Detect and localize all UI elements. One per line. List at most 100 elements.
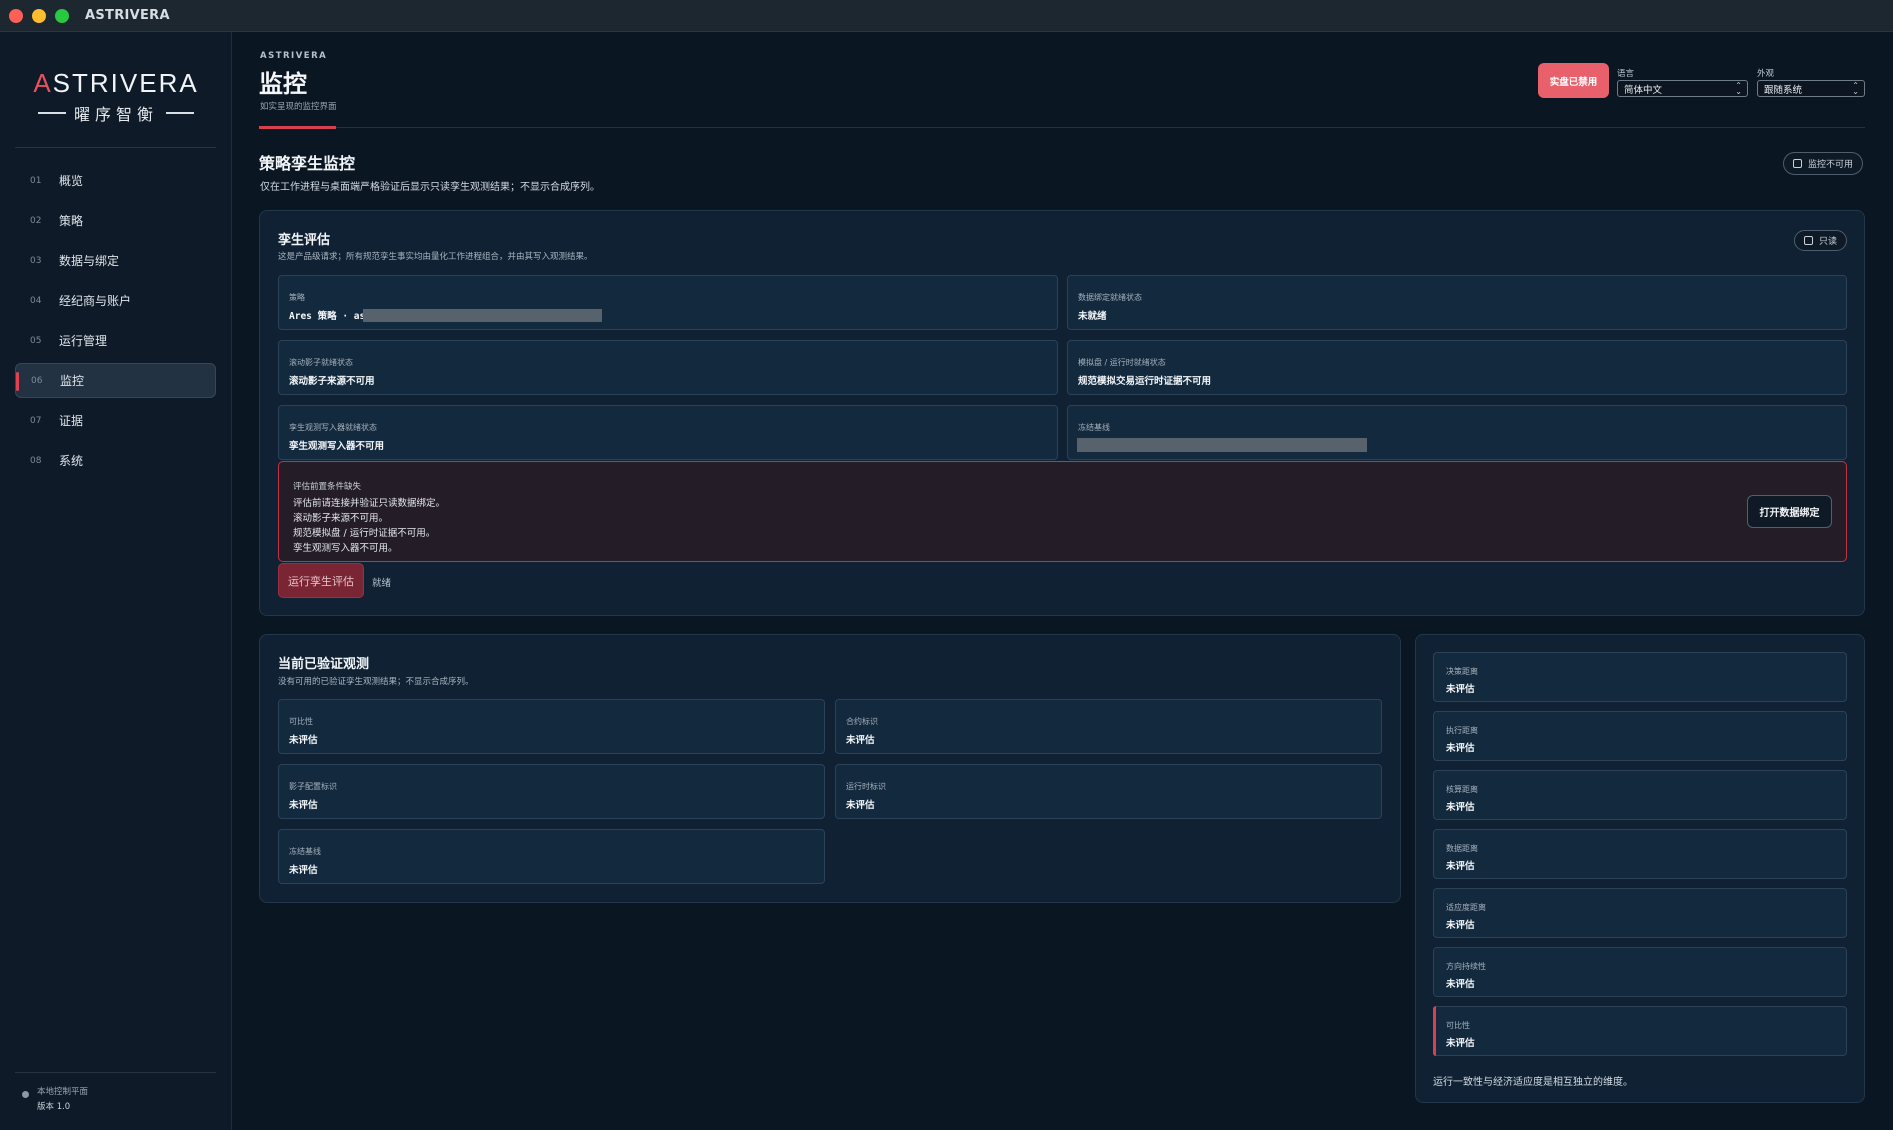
field-value: 孪生观测写入器不可用 bbox=[289, 441, 385, 452]
logo-rule-right bbox=[166, 112, 194, 114]
logo-wordmark: ASTRIVERA bbox=[33, 68, 199, 98]
sidebar: ASTRIVERA 曜序智衡 01 概览 02 策略 03 数据与绑定 04 经… bbox=[0, 32, 232, 1130]
nav-number: 05 bbox=[30, 335, 42, 346]
sidebar-item-brokers-accounts[interactable]: 04 经纪商与账户 bbox=[15, 283, 216, 318]
field-value: 未评估 bbox=[846, 800, 875, 811]
section-title: 策略孪生监控 bbox=[259, 154, 356, 173]
field-label: 适应度距离 bbox=[1446, 903, 1486, 912]
monitoring-status-label: 监控不可用 bbox=[1808, 160, 1854, 170]
warning-title: 评估前置条件缺失 bbox=[293, 482, 362, 492]
warning-line: 规范模拟盘 / 运行时证据不可用。 bbox=[293, 528, 436, 539]
field-label: 合约标识 bbox=[846, 717, 878, 726]
decision-distance-field: 决策距离 未评估 bbox=[1433, 652, 1847, 702]
sidebar-item-evidence[interactable]: 07 证据 bbox=[15, 403, 216, 438]
status-dot-icon bbox=[22, 1091, 29, 1098]
field-value: Ares 策略 · as bbox=[289, 311, 366, 322]
sidebar-item-label: 概览 bbox=[59, 174, 84, 188]
select-chevron-icon: ⌃ ⌄ bbox=[1852, 81, 1859, 96]
sidebar-item-strategy[interactable]: 02 策略 bbox=[15, 203, 216, 238]
twin-evaluation-description: 这是产品级请求；所有规范孪生事实均由量化工作进程组合，并由其写入观测结果。 bbox=[278, 252, 593, 262]
runtime-id-field: 运行时标识 未评估 bbox=[835, 764, 1382, 819]
evaluation-status: 就绪 bbox=[372, 578, 392, 589]
header-divider bbox=[259, 127, 1865, 128]
field-label: 模拟盘 / 运行时就绪状态 bbox=[1078, 358, 1166, 367]
sidebar-nav: 01 概览 02 策略 03 数据与绑定 04 经纪商与账户 05 运行管理 0… bbox=[15, 163, 216, 483]
live-trading-disabled-button[interactable]: 实盘已禁用 bbox=[1538, 63, 1609, 98]
field-value: 未评估 bbox=[289, 735, 318, 746]
field-value: 未评估 bbox=[1446, 861, 1475, 872]
field-label: 运行时标识 bbox=[846, 782, 886, 791]
app-logo: ASTRIVERA 曜序智衡 bbox=[0, 68, 232, 125]
field-label: 决策距离 bbox=[1446, 667, 1478, 676]
field-value: 未评估 bbox=[1446, 920, 1475, 931]
field-label: 执行距离 bbox=[1446, 726, 1478, 735]
open-data-binding-button[interactable]: 打开数据绑定 bbox=[1747, 495, 1832, 528]
field-value: 未就绪 bbox=[1078, 311, 1107, 322]
field-value: 未评估 bbox=[1446, 743, 1475, 754]
frozen-baseline-field: 冻结基线 bbox=[1067, 405, 1847, 460]
sidebar-item-run-management[interactable]: 05 运行管理 bbox=[15, 323, 216, 358]
page-brand: ASTRIVERA bbox=[260, 51, 328, 61]
field-label: 数据绑定就绪状态 bbox=[1078, 293, 1142, 302]
rolling-shadow-readiness-field: 滚动影子就绪状态 滚动影子来源不可用 bbox=[278, 340, 1058, 395]
field-value: 未评估 bbox=[1446, 979, 1475, 990]
logo-rule-left bbox=[37, 112, 66, 114]
header-accent-bar bbox=[259, 126, 336, 129]
field-value: 未评估 bbox=[1446, 684, 1475, 695]
window-titlebar: ASTRIVERA bbox=[0, 0, 1893, 32]
version-label: 版本 1.0 bbox=[37, 1102, 71, 1112]
nav-number: 08 bbox=[30, 455, 42, 466]
strategy-field: 策略 Ares 策略 · as bbox=[278, 275, 1058, 330]
field-label: 滚动影子就绪状态 bbox=[289, 358, 353, 367]
field-label: 影子配置标识 bbox=[289, 782, 337, 791]
nav-number: 06 bbox=[31, 375, 43, 386]
readonly-label: 只读 bbox=[1819, 237, 1838, 247]
frozen-baseline-observation-field: 冻结基线 未评估 bbox=[278, 829, 825, 884]
comparability-distance-field: 可比性 未评估 bbox=[1433, 1006, 1847, 1056]
sidebar-item-system[interactable]: 08 系统 bbox=[15, 443, 216, 478]
field-value: 未评估 bbox=[289, 800, 318, 811]
warning-line: 滚动影子来源不可用。 bbox=[293, 513, 389, 524]
observations-description: 没有可用的已验证孪生观测结果；不显示合成序列。 bbox=[278, 677, 474, 687]
logo-subtitle: 曜序智衡 bbox=[73, 105, 158, 124]
fitness-distance-field: 适应度距离 未评估 bbox=[1433, 888, 1847, 938]
sidebar-item-monitoring[interactable]: 06 监控 bbox=[15, 363, 216, 398]
close-window-button[interactable] bbox=[9, 8, 23, 23]
field-label: 可比性 bbox=[1446, 1021, 1470, 1030]
field-value: 规范模拟交易运行时证据不可用 bbox=[1078, 376, 1212, 387]
sidebar-item-overview[interactable]: 01 概览 bbox=[15, 163, 216, 198]
minimize-window-button[interactable] bbox=[32, 8, 46, 23]
run-twin-evaluation-button[interactable]: 运行孪生评估 bbox=[278, 563, 364, 598]
warning-line: 评估前请连接并验证只读数据绑定。 bbox=[293, 498, 446, 509]
field-label: 方向持续性 bbox=[1446, 962, 1486, 971]
redacted-block bbox=[363, 309, 602, 322]
appearance-select[interactable]: 跟随系统 ⌃ ⌄ bbox=[1757, 80, 1865, 97]
field-label: 冻结基线 bbox=[289, 847, 321, 856]
field-label: 可比性 bbox=[289, 717, 313, 726]
accounting-distance-field: 核算距离 未评估 bbox=[1433, 770, 1847, 820]
redacted-block bbox=[1077, 438, 1367, 452]
field-value: 未评估 bbox=[846, 735, 875, 746]
window-controls bbox=[9, 8, 69, 23]
shadow-config-id-field: 影子配置标识 未评估 bbox=[278, 764, 825, 819]
nav-number: 07 bbox=[30, 415, 42, 426]
writer-readiness-field: 孪生观测写入器就绪状态 孪生观测写入器不可用 bbox=[278, 405, 1058, 460]
sidebar-item-data-binding[interactable]: 03 数据与绑定 bbox=[15, 243, 216, 278]
nav-number: 04 bbox=[30, 295, 42, 306]
language-select[interactable]: 简体中文 ⌃ ⌄ bbox=[1617, 80, 1748, 97]
zoom-window-button[interactable] bbox=[55, 8, 69, 23]
contract-id-field: 合约标识 未评估 bbox=[835, 699, 1382, 754]
field-value: 未评估 bbox=[1446, 802, 1475, 813]
field-value: 未评估 bbox=[289, 865, 318, 876]
data-distance-field: 数据距离 未评估 bbox=[1433, 829, 1847, 879]
field-label: 策略 bbox=[289, 293, 305, 302]
data-binding-readiness-field: 数据绑定就绪状态 未就绪 bbox=[1067, 275, 1847, 330]
prerequisites-warning: 评估前置条件缺失 评估前请连接并验证只读数据绑定。 滚动影子来源不可用。 规范模… bbox=[278, 461, 1847, 562]
paper-runtime-readiness-field: 模拟盘 / 运行时就绪状态 规范模拟交易运行时证据不可用 bbox=[1067, 340, 1847, 395]
nav-number: 02 bbox=[30, 215, 42, 226]
page-title: 监控 bbox=[259, 70, 307, 98]
field-label: 孪生观测写入器就绪状态 bbox=[289, 423, 377, 432]
field-label: 冻结基线 bbox=[1078, 423, 1110, 432]
checkbox-icon bbox=[1793, 159, 1802, 168]
sidebar-item-label: 系统 bbox=[59, 454, 84, 468]
